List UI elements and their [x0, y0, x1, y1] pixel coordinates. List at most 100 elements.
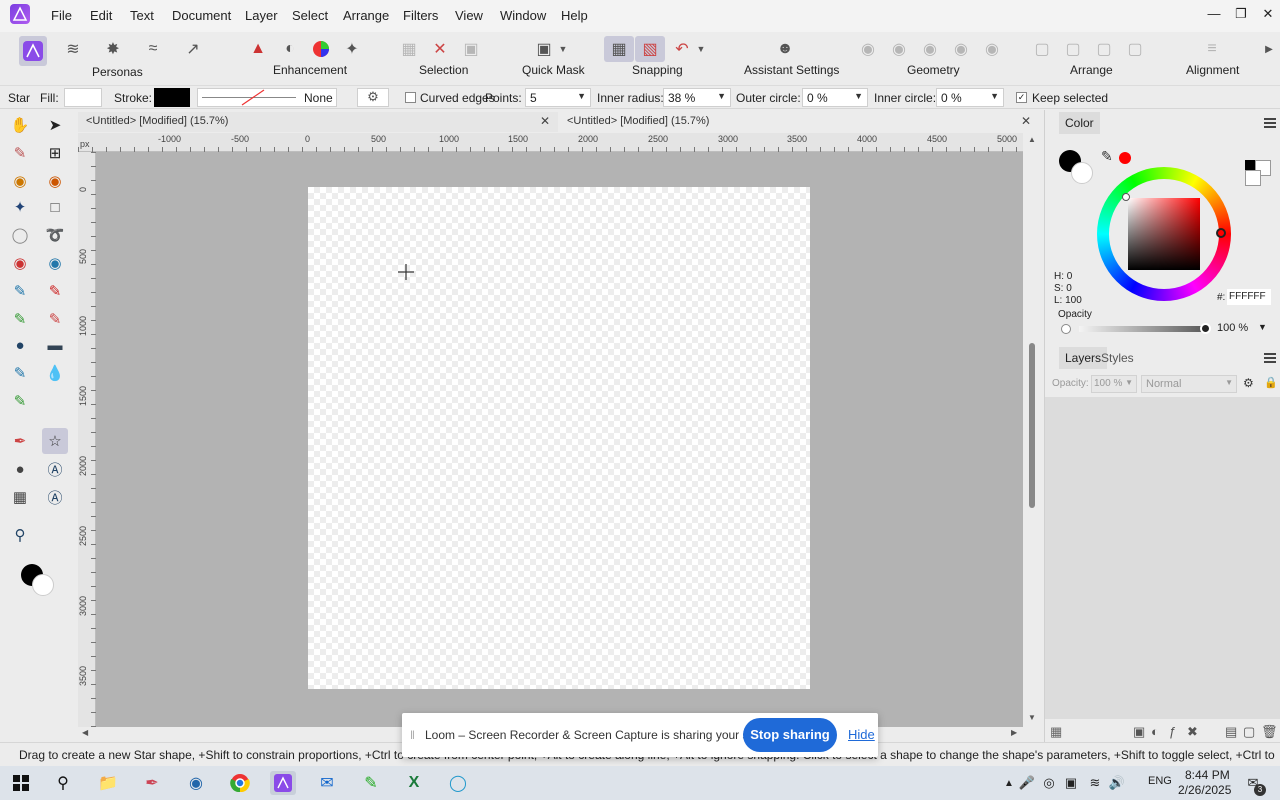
restore-icon[interactable]: ❐ [1231, 6, 1251, 22]
tab-document-1[interactable]: <Untitled> [Modified] (15.7%) ✕ [78, 112, 558, 132]
document-canvas[interactable] [308, 187, 810, 689]
layers-list[interactable] [1045, 397, 1280, 719]
chrome-icon[interactable] [227, 771, 253, 795]
notepad-icon[interactable]: ✎ [358, 771, 384, 795]
arrange-forward-icon[interactable]: ▢ [1091, 36, 1117, 62]
mesh-warp-tool-icon[interactable]: ▦ [7, 484, 33, 510]
fill-stroke-swatch-icon[interactable] [1059, 150, 1095, 186]
menu-window[interactable]: Window [500, 8, 546, 23]
keep-selected-checkbox[interactable]: ✓ [1016, 92, 1027, 103]
file-explorer-icon[interactable]: 📁 [95, 771, 121, 795]
stroke-settings-gear-icon[interactable]: ⚙ [357, 88, 389, 107]
color-swatches-icon[interactable] [18, 564, 58, 600]
menu-select[interactable]: Select [292, 8, 328, 23]
pen-tool-icon[interactable]: ✒ [7, 428, 33, 454]
photo-persona-icon[interactable] [19, 36, 47, 66]
language-indicator[interactable]: ENG [1148, 775, 1172, 787]
clone-brush-tool-icon[interactable]: ✎ [7, 306, 33, 332]
menu-text[interactable]: Text [130, 8, 154, 23]
color-picker-icon[interactable]: ✎ [1101, 148, 1113, 165]
color-saturation-square[interactable] [1128, 198, 1200, 270]
curves-icon[interactable]: ◐ [277, 36, 303, 62]
develop-persona-icon[interactable]: ✸ [100, 36, 126, 62]
healing-brush-tool-icon[interactable]: ✎ [42, 306, 68, 332]
clock-time[interactable]: 8:44 PM [1185, 768, 1230, 782]
tone-mapping-persona-icon[interactable]: ≈ [140, 36, 166, 62]
camera-icon[interactable]: ▣ [1058, 771, 1084, 795]
opacity-slider-handle[interactable] [1200, 323, 1211, 334]
scroll-right-icon[interactable]: ▶ [1011, 728, 1017, 737]
color-wheel[interactable] [1097, 167, 1231, 301]
inner-radius-input[interactable]: 38 % ▼ [663, 88, 731, 107]
snapping-toggle-icon[interactable]: ▦ [604, 36, 634, 62]
quick-mask-icon[interactable]: ▣ [531, 36, 557, 62]
minimize-icon[interactable]: — [1204, 6, 1224, 21]
move-tool-icon[interactable]: ➤ [42, 112, 68, 138]
geometry-subtract-icon[interactable]: ◉ [886, 36, 912, 62]
scroll-down-icon[interactable]: ▼ [1028, 713, 1036, 722]
flood-select-tool-icon[interactable]: ◉ [42, 168, 68, 194]
star-tool-icon[interactable]: ☆ [42, 428, 68, 454]
layer-settings-gear-icon[interactable]: ⚙ [1243, 376, 1254, 390]
fx-icon[interactable]: ✖ [1187, 724, 1198, 740]
styles-panel-tab[interactable]: Styles [1095, 347, 1140, 369]
ellipse-tool-icon[interactable]: ● [7, 456, 33, 482]
white-swatch-2[interactable] [1245, 170, 1261, 186]
liquify-persona-icon[interactable]: ≋ [60, 36, 86, 62]
red-eye-tool-icon[interactable]: ✎ [7, 388, 33, 414]
vertical-scroll-thumb[interactable] [1029, 343, 1035, 508]
assistant-icon[interactable]: ☻ [772, 36, 798, 62]
brush-tool-icon[interactable]: ✎ [42, 278, 68, 304]
stroke-swatch[interactable] [154, 88, 190, 107]
arrange-front-icon[interactable]: ▢ [1122, 36, 1148, 62]
geometry-xor-icon[interactable]: ◉ [948, 36, 974, 62]
fill-swatch[interactable] [64, 88, 102, 107]
menu-layer[interactable]: Layer [245, 8, 278, 23]
fill-tool-icon[interactable]: ◉ [42, 250, 68, 276]
scroll-up-icon[interactable]: ▲ [1028, 135, 1036, 144]
search-icon[interactable]: ⚲ [50, 771, 76, 795]
tab-document-2[interactable]: <Untitled> [Modified] (15.7%) ✕ [559, 112, 1039, 132]
scroll-left-icon[interactable]: ◀ [82, 728, 88, 737]
quick-mask-dropdown-icon[interactable]: ▼ [556, 36, 570, 62]
hex-input[interactable]: FFFFFF [1227, 289, 1271, 305]
tab-close-icon[interactable]: ✕ [540, 114, 550, 128]
outer-circle-input[interactable]: 0 % ▼ [802, 88, 868, 107]
browser-icon[interactable]: ◯ [445, 771, 471, 795]
magic-wand-tool-icon[interactable]: ✦ [7, 194, 33, 220]
toolbar-overflow-icon[interactable]: ▶ [1262, 36, 1276, 62]
hue-handle[interactable] [1216, 228, 1226, 238]
arrange-back-icon[interactable]: ▢ [1029, 36, 1055, 62]
smudge-brush-tool-icon[interactable]: ✎ [7, 360, 33, 386]
delete-layer-icon[interactable]: 🗑 [1261, 724, 1278, 740]
publisher-taskbar-icon[interactable]: ◉ [183, 771, 209, 795]
ellipse-marquee-tool-icon[interactable]: ◯ [7, 222, 33, 248]
affinity-designer-taskbar-icon[interactable]: ✒ [139, 771, 165, 795]
layer-opacity-input[interactable]: 100 % ▼ [1091, 375, 1137, 393]
windows-start-icon[interactable] [8, 771, 34, 795]
color-wheel-icon[interactable] [308, 36, 334, 62]
geometry-intersect-icon[interactable]: ◉ [917, 36, 943, 62]
snapping-dropdown-icon[interactable]: ▼ [694, 36, 708, 62]
live-filter-icon[interactable]: ƒ [1169, 724, 1176, 739]
blur-brush-tool-icon[interactable]: 💧 [42, 360, 68, 386]
auto-enhance-icon[interactable]: ✦ [339, 36, 365, 62]
mask-layer-icon[interactable]: ▣ [1133, 724, 1145, 740]
zoom-tool-icon[interactable]: ⚲ [7, 522, 33, 548]
sponge-brush-tool-icon[interactable]: ▬ [42, 332, 68, 358]
menu-file[interactable]: File [51, 8, 72, 23]
menu-filters[interactable]: Filters [403, 8, 438, 23]
freehand-selection-tool-icon[interactable]: ➰ [42, 222, 68, 248]
layers-panel-menu-icon[interactable] [1264, 353, 1276, 363]
layer-fx-thumb-icon[interactable]: ▦ [1050, 724, 1062, 740]
tab-close-icon[interactable]: ✕ [1021, 114, 1031, 128]
menu-edit[interactable]: Edit [90, 8, 112, 23]
inner-circle-input[interactable]: 0 % ▼ [936, 88, 1004, 107]
opacity-slider[interactable] [1079, 326, 1209, 332]
rectangle-marquee-tool-icon[interactable]: □ [42, 194, 68, 220]
frame-text-tool-icon[interactable]: Ⓐ [42, 484, 68, 510]
menu-document[interactable]: Document [172, 8, 231, 23]
crop-tool-icon[interactable]: ⊞ [42, 140, 68, 166]
geometry-add-icon[interactable]: ◉ [855, 36, 881, 62]
levels-icon[interactable]: ▲ [245, 36, 271, 62]
